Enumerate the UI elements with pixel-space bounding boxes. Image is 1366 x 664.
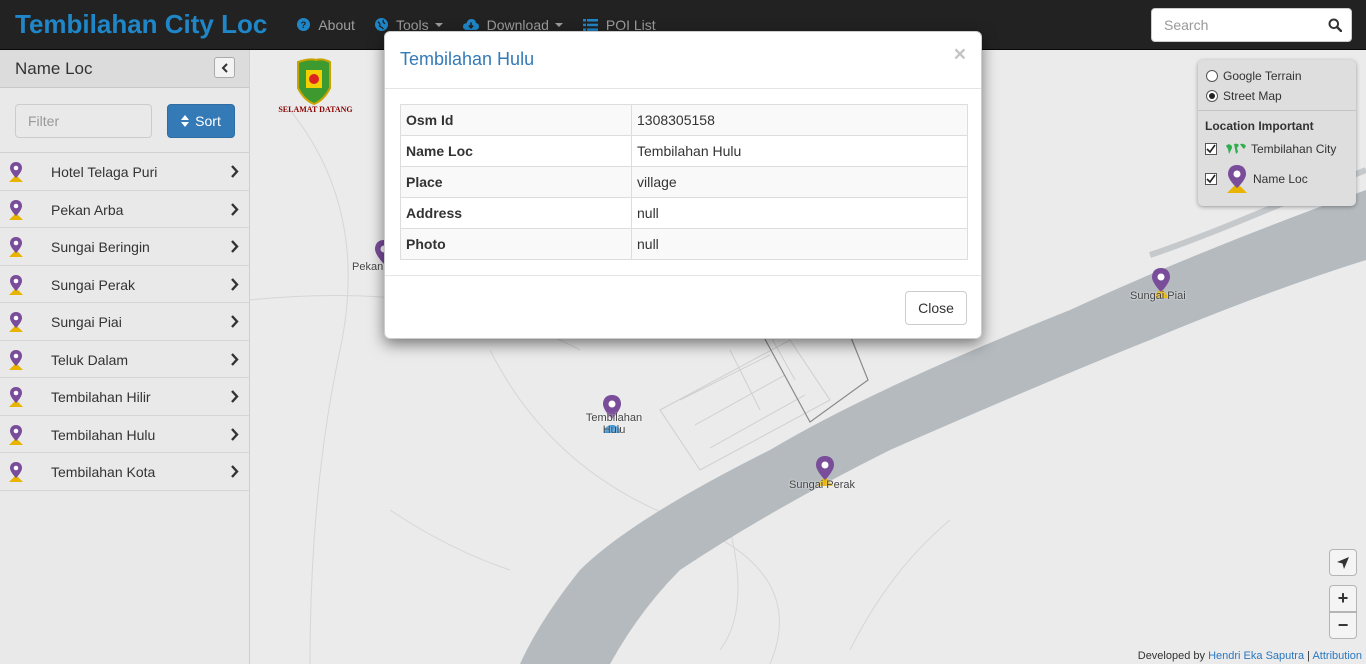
modal-title: Tembilahan Hulu bbox=[400, 49, 535, 69]
info-key: Photo bbox=[400, 228, 632, 260]
info-key: Osm Id bbox=[400, 104, 632, 136]
feature-info-modal: Tembilahan Hulu × Osm Id 1308305158 Name L… bbox=[384, 31, 982, 339]
info-value: village bbox=[631, 166, 968, 198]
modal-close-icon[interactable]: × bbox=[954, 44, 966, 65]
info-key: Address bbox=[400, 197, 632, 229]
modal-footer: Close bbox=[385, 275, 981, 339]
modal-header: Tembilahan Hulu × bbox=[385, 32, 981, 89]
table-row: Address null bbox=[400, 197, 968, 229]
info-key: Name Loc bbox=[400, 135, 632, 167]
info-value: null bbox=[631, 228, 968, 260]
info-value: null bbox=[631, 197, 968, 229]
info-value: Tembilahan Hulu bbox=[631, 135, 968, 167]
table-row: Name Loc Tembilahan Hulu bbox=[400, 135, 968, 167]
close-button[interactable]: Close bbox=[905, 291, 967, 325]
info-value: 1308305158 bbox=[631, 104, 968, 136]
table-row: Osm Id 1308305158 bbox=[400, 104, 968, 136]
modal-body: Osm Id 1308305158 Name Loc Tembilahan Hulu P… bbox=[400, 104, 968, 260]
info-key: Place bbox=[400, 166, 632, 198]
table-row: Photo null bbox=[400, 228, 968, 260]
feature-info-table: Osm Id 1308305158 Name Loc Tembilahan Hulu P… bbox=[400, 104, 968, 260]
table-row: Place village bbox=[400, 166, 968, 198]
